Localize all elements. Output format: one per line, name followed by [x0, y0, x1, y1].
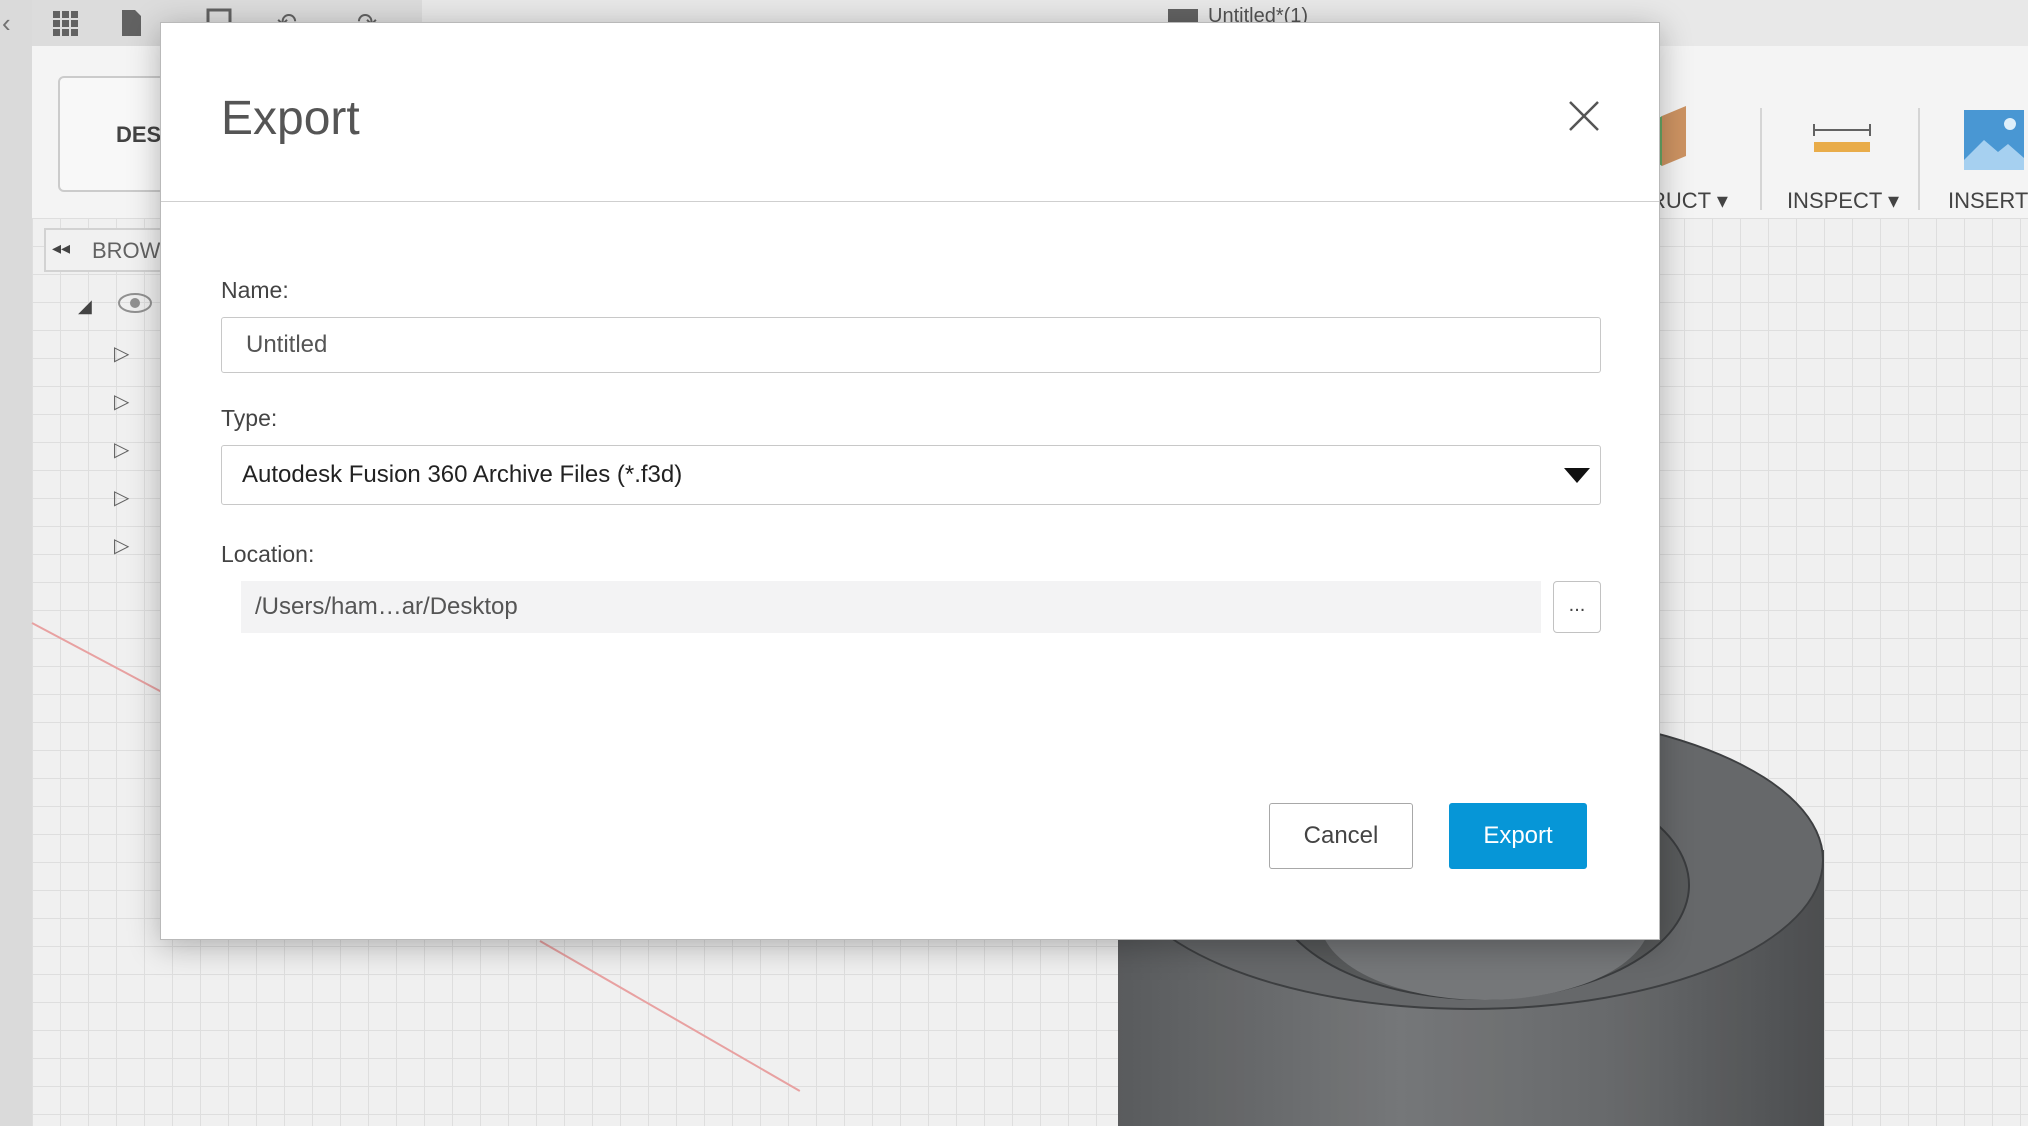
type-label: Type: — [221, 405, 278, 431]
type-select[interactable]: Autodesk Fusion 360 Archive Files (*.f3d… — [221, 445, 1601, 505]
location-label: Location: — [221, 541, 315, 567]
type-selected-value: Autodesk Fusion 360 Archive Files (*.f3d… — [242, 461, 683, 488]
dialog-title: Export — [221, 92, 360, 145]
close-button[interactable] — [1561, 93, 1607, 139]
cancel-button[interactable]: Cancel — [1269, 803, 1413, 869]
location-field: /Users/ham…ar/Desktop — [241, 581, 1541, 633]
name-input[interactable] — [221, 317, 1601, 373]
export-button[interactable]: Export — [1449, 803, 1587, 869]
name-label: Name: — [221, 277, 289, 303]
fusion-app-window: ‹ ↶ ↷ Untitled*(1) DES RUCT ▾ — [0, 0, 2028, 1126]
browse-location-button[interactable]: ... — [1553, 581, 1601, 633]
dropdown-arrow-icon — [1564, 468, 1590, 483]
close-icon — [1569, 101, 1599, 131]
export-dialog: Export Name: Type: Autodesk Fusion 360 A… — [160, 22, 1660, 940]
dialog-header: Export — [161, 23, 1659, 202]
